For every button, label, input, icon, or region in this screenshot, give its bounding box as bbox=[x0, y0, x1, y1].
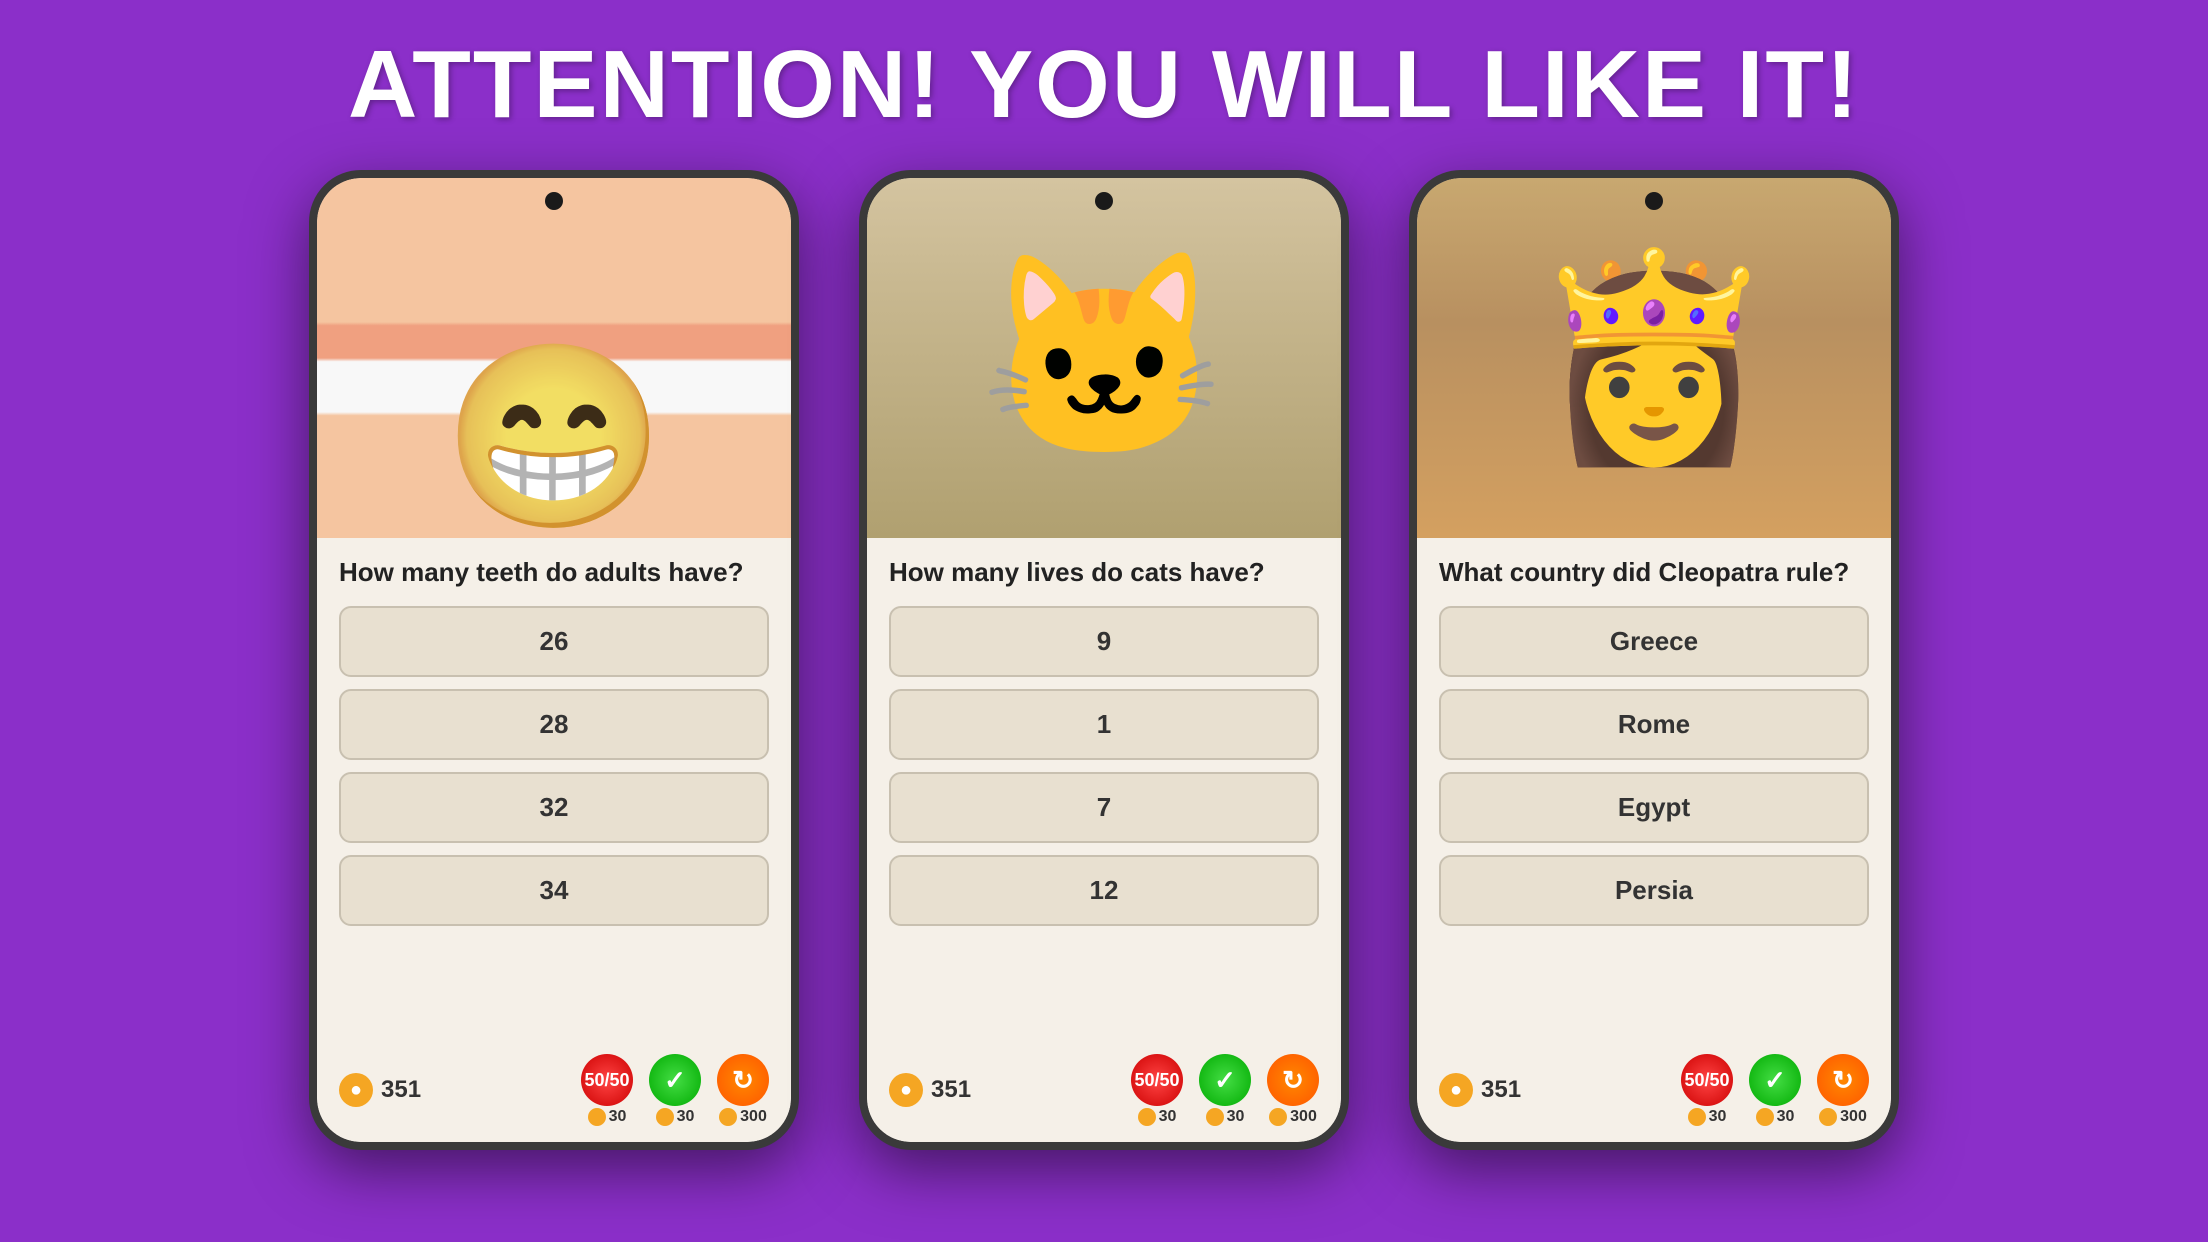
phone-2-image bbox=[867, 178, 1341, 538]
phone-2-fifty-icon: 50/50 bbox=[1131, 1054, 1183, 1106]
phone-2-coin-icon: ● bbox=[889, 1073, 923, 1107]
phone-2-fifty-cost-coin bbox=[1138, 1108, 1156, 1126]
phone-1-screen: How many teeth do adults have? 26 28 32 … bbox=[317, 178, 791, 1142]
phones-container: How many teeth do adults have? 26 28 32 … bbox=[0, 170, 2208, 1150]
phone-3-check-cost-coin bbox=[1756, 1108, 1774, 1126]
phone-3-powerups: 50/50 30 ✓ 30 bbox=[1681, 1054, 1869, 1126]
phone-2-powerup-fifty[interactable]: 50/50 30 bbox=[1131, 1054, 1183, 1126]
phone-1-check-cost-coin bbox=[656, 1108, 674, 1126]
phone-2-lightning-cost-coin bbox=[1269, 1108, 1287, 1126]
phone-3-lightning-cost-coin bbox=[1819, 1108, 1837, 1126]
phone-3-fifty-cost: 30 bbox=[1688, 1108, 1727, 1126]
phone-2-coin-count: 351 bbox=[931, 1076, 971, 1104]
phone-2-fifty-cost: 30 bbox=[1138, 1108, 1177, 1126]
phone-3-powerup-fifty[interactable]: 50/50 30 bbox=[1681, 1054, 1733, 1126]
phone-2-fifty-cost-label: 30 bbox=[1159, 1108, 1177, 1126]
phone-3-answer-1[interactable]: Rome bbox=[1439, 689, 1869, 760]
phone-2-content: How many lives do cats have? 9 1 7 12 bbox=[867, 538, 1341, 1046]
phone-3-lightning-cost-label: 300 bbox=[1840, 1108, 1867, 1126]
phone-1-answer-3[interactable]: 34 bbox=[339, 855, 769, 926]
phone-3-check-cost: 30 bbox=[1756, 1108, 1795, 1126]
phone-3-lightning-cost: 300 bbox=[1819, 1108, 1867, 1126]
phone-1-lightning-cost: 300 bbox=[719, 1108, 767, 1126]
phone-3-fifty-cost-label: 30 bbox=[1709, 1108, 1727, 1126]
phone-2: How many lives do cats have? 9 1 7 12 ● … bbox=[859, 170, 1349, 1150]
phone-1-image bbox=[317, 178, 791, 538]
phone-2-powerup-check[interactable]: ✓ 30 bbox=[1199, 1054, 1251, 1126]
phone-3-check-cost-label: 30 bbox=[1777, 1108, 1795, 1126]
phone-1-lightning-cost-label: 300 bbox=[740, 1108, 767, 1126]
phone-2-powerups: 50/50 30 ✓ 30 bbox=[1131, 1054, 1319, 1126]
phone-1-coins: ● 351 bbox=[339, 1073, 421, 1107]
phone-1-answer-1[interactable]: 28 bbox=[339, 689, 769, 760]
phone-2-lightning-cost: 300 bbox=[1269, 1108, 1317, 1126]
phone-3-coins: ● 351 bbox=[1439, 1073, 1521, 1107]
phone-1-lightning-icon: ↻ bbox=[717, 1054, 769, 1106]
phone-3-screen: What country did Cleopatra rule? Greece … bbox=[1417, 178, 1891, 1142]
phone-1-powerup-lightning[interactable]: ↻ 300 bbox=[717, 1054, 769, 1126]
phone-2-lightning-icon: ↻ bbox=[1267, 1054, 1319, 1106]
phone-2-notch bbox=[1095, 192, 1113, 210]
phone-3-question: What country did Cleopatra rule? bbox=[1439, 556, 1869, 590]
phone-3-wrapper: What country did Cleopatra rule? Greece … bbox=[1409, 170, 1899, 1150]
phone-2-answer-1[interactable]: 1 bbox=[889, 689, 1319, 760]
phone-2-check-cost-coin bbox=[1206, 1108, 1224, 1126]
phone-1-answer-2[interactable]: 32 bbox=[339, 772, 769, 843]
phone-3-check-icon: ✓ bbox=[1749, 1054, 1801, 1106]
phone-3-coin-icon: ● bbox=[1439, 1073, 1473, 1107]
phone-1-content: How many teeth do adults have? 26 28 32 … bbox=[317, 538, 791, 1046]
headline-text: ATTENTION! YOU WILL LIKE IT! bbox=[348, 30, 1860, 140]
phone-2-question: How many lives do cats have? bbox=[889, 556, 1319, 590]
phone-1-powerups: 50/50 30 ✓ 30 bbox=[581, 1054, 769, 1126]
phone-2-answer-2[interactable]: 7 bbox=[889, 772, 1319, 843]
phone-2-check-cost: 30 bbox=[1206, 1108, 1245, 1126]
phone-1-check-icon: ✓ bbox=[649, 1054, 701, 1106]
phone-1-notch bbox=[545, 192, 563, 210]
phone-1-fifty-icon: 50/50 bbox=[581, 1054, 633, 1106]
phone-1-coin-icon: ● bbox=[339, 1073, 373, 1107]
phone-3-footer: ● 351 50/50 30 ✓ bbox=[1417, 1046, 1891, 1142]
phone-3-notch bbox=[1645, 192, 1663, 210]
phone-3-content: What country did Cleopatra rule? Greece … bbox=[1417, 538, 1891, 1046]
phone-1-powerup-check[interactable]: ✓ 30 bbox=[649, 1054, 701, 1126]
phone-2-footer: ● 351 50/50 30 ✓ bbox=[867, 1046, 1341, 1142]
phone-1-question: How many teeth do adults have? bbox=[339, 556, 769, 590]
phone-1-fifty-cost-label: 30 bbox=[609, 1108, 627, 1126]
phone-3-answer-0[interactable]: Greece bbox=[1439, 606, 1869, 677]
phone-2-screen: How many lives do cats have? 9 1 7 12 ● … bbox=[867, 178, 1341, 1142]
phone-3-lightning-icon: ↻ bbox=[1817, 1054, 1869, 1106]
phone-3-fifty-icon: 50/50 bbox=[1681, 1054, 1733, 1106]
phone-1-wrapper: How many teeth do adults have? 26 28 32 … bbox=[309, 170, 799, 1150]
phone-3-powerup-check[interactable]: ✓ 30 bbox=[1749, 1054, 1801, 1126]
phone-1: How many teeth do adults have? 26 28 32 … bbox=[309, 170, 799, 1150]
phone-2-wrapper: How many lives do cats have? 9 1 7 12 ● … bbox=[859, 170, 1349, 1150]
phone-1-answer-0[interactable]: 26 bbox=[339, 606, 769, 677]
phone-1-footer: ● 351 50/50 30 ✓ bbox=[317, 1046, 791, 1142]
phone-1-fifty-cost: 30 bbox=[588, 1108, 627, 1126]
phone-3-fifty-cost-coin bbox=[1688, 1108, 1706, 1126]
phone-2-check-cost-label: 30 bbox=[1227, 1108, 1245, 1126]
phone-2-answer-0[interactable]: 9 bbox=[889, 606, 1319, 677]
phone-3-powerup-lightning[interactable]: ↻ 300 bbox=[1817, 1054, 1869, 1126]
phone-3-answer-2[interactable]: Egypt bbox=[1439, 772, 1869, 843]
phone-1-coin-count: 351 bbox=[381, 1076, 421, 1104]
phone-1-check-cost-label: 30 bbox=[677, 1108, 695, 1126]
phone-3-image bbox=[1417, 178, 1891, 538]
phone-1-powerup-fifty[interactable]: 50/50 30 bbox=[581, 1054, 633, 1126]
phone-2-answer-3[interactable]: 12 bbox=[889, 855, 1319, 926]
phone-1-lightning-cost-coin bbox=[719, 1108, 737, 1126]
phone-2-powerup-lightning[interactable]: ↻ 300 bbox=[1267, 1054, 1319, 1126]
phone-1-fifty-cost-coin bbox=[588, 1108, 606, 1126]
phone-2-lightning-cost-label: 300 bbox=[1290, 1108, 1317, 1126]
phone-3-answer-3[interactable]: Persia bbox=[1439, 855, 1869, 926]
phone-3: What country did Cleopatra rule? Greece … bbox=[1409, 170, 1899, 1150]
phone-2-check-icon: ✓ bbox=[1199, 1054, 1251, 1106]
phone-1-check-cost: 30 bbox=[656, 1108, 695, 1126]
phone-3-coin-count: 351 bbox=[1481, 1076, 1521, 1104]
phone-2-coins: ● 351 bbox=[889, 1073, 971, 1107]
